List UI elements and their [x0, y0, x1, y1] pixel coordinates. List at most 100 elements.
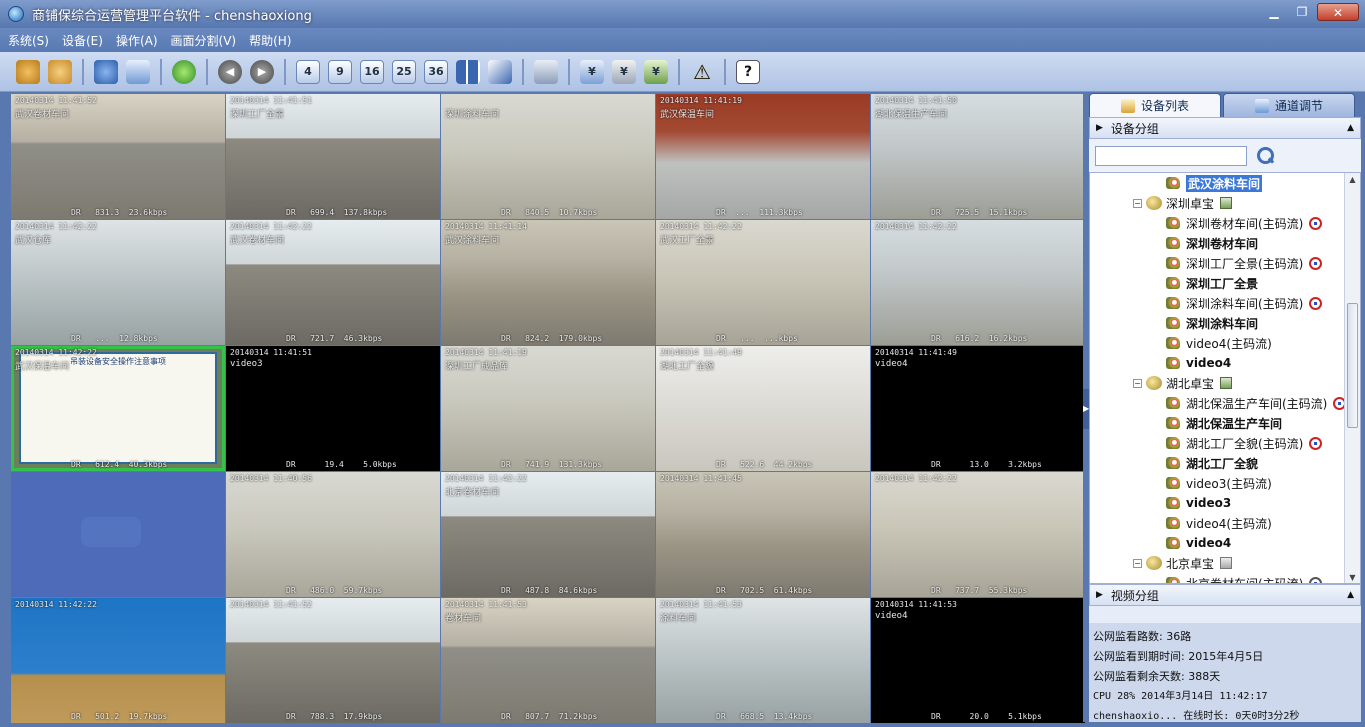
arrow-left-icon: ◀: [218, 59, 242, 84]
help-button[interactable]: ?: [734, 58, 762, 86]
minimize-icon[interactable]: ▁: [1261, 3, 1287, 21]
video-cell[interactable]: 20140314 11:41:51 深圳工厂全景 DR 699.4 137.8kbp…: [226, 94, 440, 219]
tree-channel[interactable]: 武汉涂料车间: [1090, 173, 1360, 193]
device-search-input[interactable]: [1095, 145, 1247, 166]
video-cell[interactable]: 20140314 11:41:45 DR 702.5 61.4kbps: [656, 472, 870, 597]
tree-channel[interactable]: video4(主码流): [1090, 513, 1360, 533]
video-cell[interactable]: 20140314 11:42:22 北京卷材车间 DR 487.8 84.6kbps: [441, 472, 655, 597]
menu-screen-split[interactable]: 画面分割(V): [171, 32, 237, 49]
add-device-icon: [534, 59, 558, 84]
tree-channel[interactable]: video4: [1090, 353, 1360, 373]
collapse-icon[interactable]: −: [1133, 558, 1142, 568]
video-cell[interactable]: 20140314 11:41:14 武汉涂料车间 DR 824.2 179.0kbp…: [441, 220, 655, 345]
tree-channel[interactable]: video3(主码流): [1090, 473, 1360, 493]
scroll-down-icon[interactable]: ▼: [1345, 571, 1360, 583]
search-icon[interactable]: [1255, 146, 1275, 166]
video-cell[interactable]: 20140314 11:41:53 video4 DR 20.0 5.1kbps: [871, 598, 1085, 723]
video-group-label: 视频分组: [1110, 588, 1159, 603]
split-16-button[interactable]: 16: [358, 58, 386, 86]
video-cell[interactable]: 20140314 11:41:19 武汉保温车间 DR ... 111.3kbps: [656, 94, 870, 219]
tree-channel[interactable]: 湖北工厂全貌: [1090, 453, 1360, 473]
video-cell[interactable]: 20140314 11:41:49 video4 DR 13.0 3.2kbps: [871, 346, 1085, 471]
video-cell[interactable]: 20140314 11:41:52 DR 788.3 17.9kbps: [226, 598, 440, 723]
cell-bitrate: DR 741.9 131.3kbps: [501, 460, 603, 469]
tree-channel[interactable]: 湖北保温生产车间(主码流): [1090, 393, 1360, 413]
video-cell[interactable]: 20140314 11:42:22 DR 501.2 19.7kbps: [11, 598, 225, 723]
video-cell[interactable]: 20140314 11:41:53 涂料车间 DR 668.5 13.4kbps: [656, 598, 870, 723]
tree-channel[interactable]: 北京卷材车间(主码流): [1090, 573, 1360, 583]
alarm-button[interactable]: ⚠: [688, 58, 716, 86]
camera-icon: [1166, 217, 1180, 229]
tab-channel-adjust[interactable]: 通道调节: [1223, 93, 1355, 117]
close-icon[interactable]: ✕: [1317, 3, 1359, 21]
video-cell[interactable]: 20140314 11:42:22 武汉工厂全景 DR ... ...kbps: [656, 220, 870, 345]
video-cell[interactable]: 20140314 11:41:53 卷材车间 DR 807.7 71.2kbps: [441, 598, 655, 723]
record-play-button[interactable]: [124, 58, 152, 86]
tab-device-list[interactable]: 设备列表: [1089, 93, 1221, 117]
video-cell[interactable]: 深圳涂料车间 DR 840.5 10.7kbps: [441, 94, 655, 219]
tree-channel[interactable]: 深圳涂料车间: [1090, 313, 1360, 333]
menu-operation[interactable]: 操作(A): [116, 32, 158, 49]
cell-channel-name: 深圳涂料车间: [445, 110, 500, 120]
menu-device[interactable]: 设备(E): [62, 32, 103, 49]
video-cell[interactable]: 20140314 11:42:22 武汉仓库 DR ... 12.8kbps: [11, 220, 225, 345]
video-cell[interactable]: 20140314 11:41:49 湖北工厂全貌 DR 522.6 44.2kbps: [656, 346, 870, 471]
split-36-button[interactable]: 36: [422, 58, 450, 86]
payment-tools-button[interactable]: ¥: [610, 58, 638, 86]
tree-channel[interactable]: 深圳工厂全景(主码流): [1090, 253, 1360, 273]
tree-channel[interactable]: 湖北保温生产车间: [1090, 413, 1360, 433]
scroll-up-icon[interactable]: ▲: [1345, 173, 1360, 187]
recharge-button[interactable]: ¥: [642, 58, 670, 86]
previous-page-button[interactable]: ◀: [216, 58, 244, 86]
tree-group[interactable]: − 深圳卓宝: [1090, 193, 1360, 213]
tree-channel[interactable]: 深圳卷材车间(主码流): [1090, 213, 1360, 233]
tree-scrollbar[interactable]: ▲ ▼: [1344, 173, 1360, 583]
custom-split-button[interactable]: [454, 58, 482, 86]
cell-channel-name: 武汉卷材车间: [15, 110, 70, 120]
device-group-header[interactable]: ▶ 设备分组 ▲: [1089, 117, 1361, 139]
video-cell[interactable]: 20140314 11:41:50 湖北保温生产车间 DR 725.5 15.1kb…: [871, 94, 1085, 219]
video-group-header[interactable]: ▶ 视频分组 ▲: [1089, 584, 1361, 606]
split-9-button[interactable]: 9: [326, 58, 354, 86]
cell-timestamp: 20140314 11:42:22: [230, 222, 312, 231]
device-manage-button[interactable]: [46, 58, 74, 86]
device-group-icon: [1146, 556, 1162, 570]
video-cell[interactable]: 20140314 11:42:22 武汉卷材车间 DR 721.7 46.3kbps: [226, 220, 440, 345]
tree-channel[interactable]: 湖北工厂全貌(主码流): [1090, 433, 1360, 453]
scroll-thumb[interactable]: [1347, 303, 1358, 428]
playback-button[interactable]: [92, 58, 120, 86]
tree-channel[interactable]: 深圳卷材车间: [1090, 233, 1360, 253]
camera-icon: [1166, 417, 1180, 429]
tree-group[interactable]: − 北京卓宝: [1090, 553, 1360, 573]
video-cell[interactable]: 20140314 11:41:19 深圳工厂成品库 DR 741.9 131.3kb…: [441, 346, 655, 471]
billing-button[interactable]: ¥: [578, 58, 606, 86]
split-4-button[interactable]: 4: [294, 58, 322, 86]
tree-channel[interactable]: video4: [1090, 533, 1360, 553]
device-config-button[interactable]: [14, 58, 42, 86]
tree-group[interactable]: − 湖北卓宝: [1090, 373, 1360, 393]
video-cell[interactable]: 20140314 11:41:52 武汉卷材车间 DR 831.3 23.6kbps: [11, 94, 225, 219]
collapse-icon[interactable]: −: [1133, 198, 1142, 208]
tree-channel[interactable]: 深圳涂料车间(主码流): [1090, 293, 1360, 313]
tree-channel[interactable]: 深圳工厂全景: [1090, 273, 1360, 293]
split-25-button[interactable]: 25: [390, 58, 418, 86]
cell-channel-name: 武汉保温车间: [660, 110, 715, 120]
maximize-icon[interactable]: ❐: [1289, 3, 1315, 21]
tree-channel[interactable]: video3: [1090, 493, 1360, 513]
menu-system[interactable]: 系统(S): [8, 32, 49, 49]
video-cell[interactable]: [11, 472, 225, 597]
video-cell[interactable]: 20140314 11:42:22 DR 616.2 16.2kbps: [871, 220, 1085, 345]
video-cell[interactable]: 20140314 11:41:51 video3 DR 19.4 5.0kbps: [226, 346, 440, 471]
video-cell[interactable]: 吊装设备安全操作注意事项 20140314 11:42:22 武汉保温车间 DR 61…: [11, 346, 225, 471]
collapse-icon[interactable]: −: [1133, 378, 1142, 388]
add-device-button[interactable]: [532, 58, 560, 86]
refresh-button[interactable]: [170, 58, 198, 86]
menu-help[interactable]: 帮助(H): [249, 32, 291, 49]
cell-bitrate: DR 737.7 55.3kbps: [931, 586, 1028, 595]
cell-timestamp: 20140314 11:41:49: [660, 348, 742, 357]
video-cell[interactable]: 20140314 11:40:56 DR 486.0 59.7kbps: [226, 472, 440, 597]
video-cell[interactable]: 20140314 11:42:22 DR 737.7 55.3kbps: [871, 472, 1085, 597]
next-page-button[interactable]: ▶: [248, 58, 276, 86]
fullscreen-button[interactable]: [486, 58, 514, 86]
tree-channel[interactable]: video4(主码流): [1090, 333, 1360, 353]
